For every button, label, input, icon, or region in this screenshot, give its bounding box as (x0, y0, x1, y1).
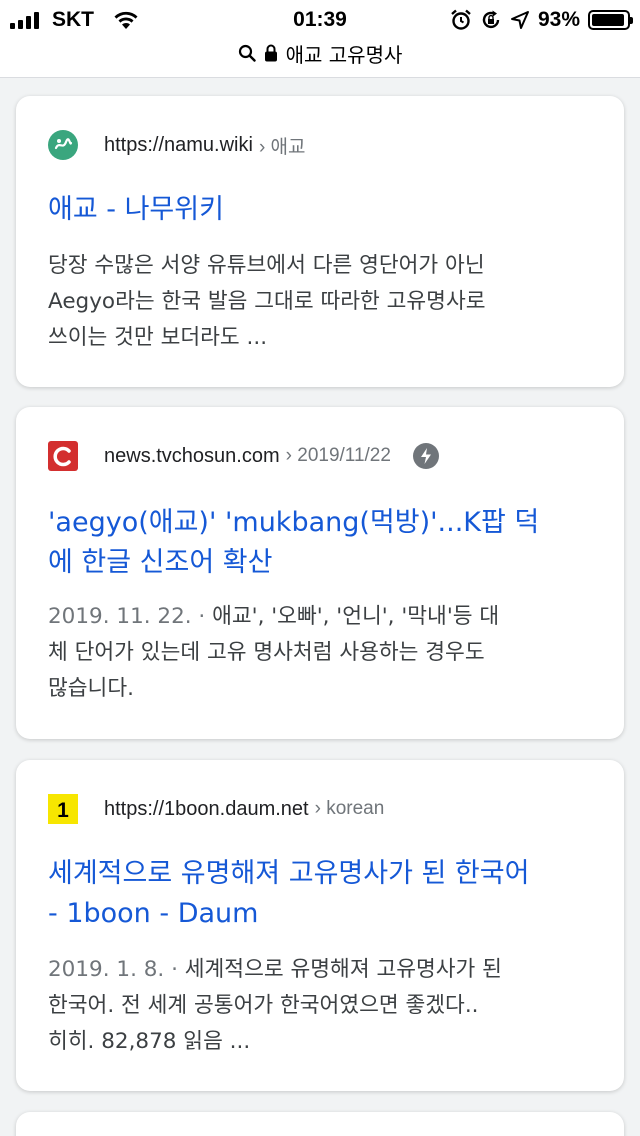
rotation-lock-icon (482, 10, 500, 29)
search-result-card[interactable]: 1 https://1boon.daum.net › korean 세계적으로 … (16, 760, 624, 1091)
result-breadcrumb: › korean (314, 798, 385, 819)
snippet-line: 한국어. 전 세계 공통어가 한국어였으면 좋겠다.. (48, 993, 479, 1018)
snippet-line: 당장 수많은 서양 유튜브에서 다른 영단어가 아닌 (48, 253, 485, 278)
result-snippet: 2019. 11. 22. · 애교', '오빠', '언니', '막내'등 대… (48, 599, 596, 707)
search-result-card[interactable]: news.tvchosun.com › 2019/11/22 'aegyo(애교… (16, 407, 624, 739)
alarm-icon (451, 9, 471, 30)
result-snippet: 2019. 1. 8. · 세계적으로 유명해져 고유명사가 된 한국어. 전 … (48, 952, 596, 1060)
result-site-url[interactable]: news.tvchosun.com (104, 445, 280, 468)
amp-lightning-icon (412, 443, 439, 469)
1boon-favicon-icon: 1 (48, 794, 78, 824)
lock-icon (264, 44, 277, 62)
location-arrow-icon (510, 11, 529, 29)
address-bar[interactable]: 애교 고유명사 (0, 38, 640, 68)
result-title[interactable]: 'aegyo(애교)' 'mukbang(먹방)'...K팝 덕 에 한글 신조… (48, 503, 596, 583)
result-title[interactable]: 세계적으로 유명해져 고유명사가 된 한국어 - 1boon - Daum (48, 854, 596, 934)
result-title[interactable]: 애교 - 나무위키 (48, 190, 596, 230)
result-title-line[interactable]: 'aegyo(애교)' 'mukbang(먹방)'...K팝 덕 (48, 503, 596, 543)
result-title-line[interactable]: - 1boon - Daum (48, 894, 596, 934)
battery-percent: 93% (537, 8, 580, 31)
result-date: 2019. 1. 8. · (48, 957, 185, 982)
snippet-line: 많습니다. (48, 676, 134, 701)
search-result-card[interactable]: https://namu.wiki › 애교 애교 - 나무위키 당장 수많은 … (16, 96, 624, 387)
result-snippet: 당장 수많은 서양 유튜브에서 다른 영단어가 아닌 Aegyo라는 한국 발음… (48, 248, 596, 356)
result-title-text[interactable]: 애교 - 나무위키 (48, 194, 224, 225)
snippet-line: 체 단어가 있는데 고유 명사처럼 사용하는 경우도 (48, 640, 485, 665)
namu-favicon-icon (48, 130, 78, 160)
search-result-card[interactable] (16, 1112, 624, 1136)
address-bar-query: 애교 고유명사 (285, 42, 403, 67)
result-title-line[interactable]: 세계적으로 유명해져 고유명사가 된 한국어 (48, 854, 596, 894)
result-site-url[interactable]: https://1boon.daum.net (104, 798, 309, 821)
result-breadcrumb: › 2019/11/22 (285, 445, 391, 466)
tvchosun-favicon-icon (48, 441, 78, 471)
status-bar: SKT 01:39 93% 애교 고유명사 (0, 0, 640, 78)
result-breadcrumb: › 애교 (258, 136, 306, 158)
snippet-line: Aegyo라는 한국 발음 그대로 따라한 고유명사로 (48, 289, 486, 314)
svg-text:1: 1 (57, 799, 69, 822)
snippet-line: 세계적으로 유명해져 고유명사가 된 (184, 957, 502, 982)
result-date: 2019. 11. 22. · (48, 604, 213, 629)
search-icon (238, 44, 256, 62)
result-site-url[interactable]: https://namu.wiki (104, 134, 253, 157)
snippet-line: 애교', '오빠', '언니', '막내'등 대 (212, 604, 500, 629)
snippet-line: 쓰이는 것만 보더라도 ... (48, 325, 268, 350)
result-title-line[interactable]: 에 한글 신조어 확산 (48, 543, 596, 583)
snippet-line: 히히. 82,878 읽음 ... (48, 1029, 251, 1054)
battery-icon (588, 10, 633, 30)
